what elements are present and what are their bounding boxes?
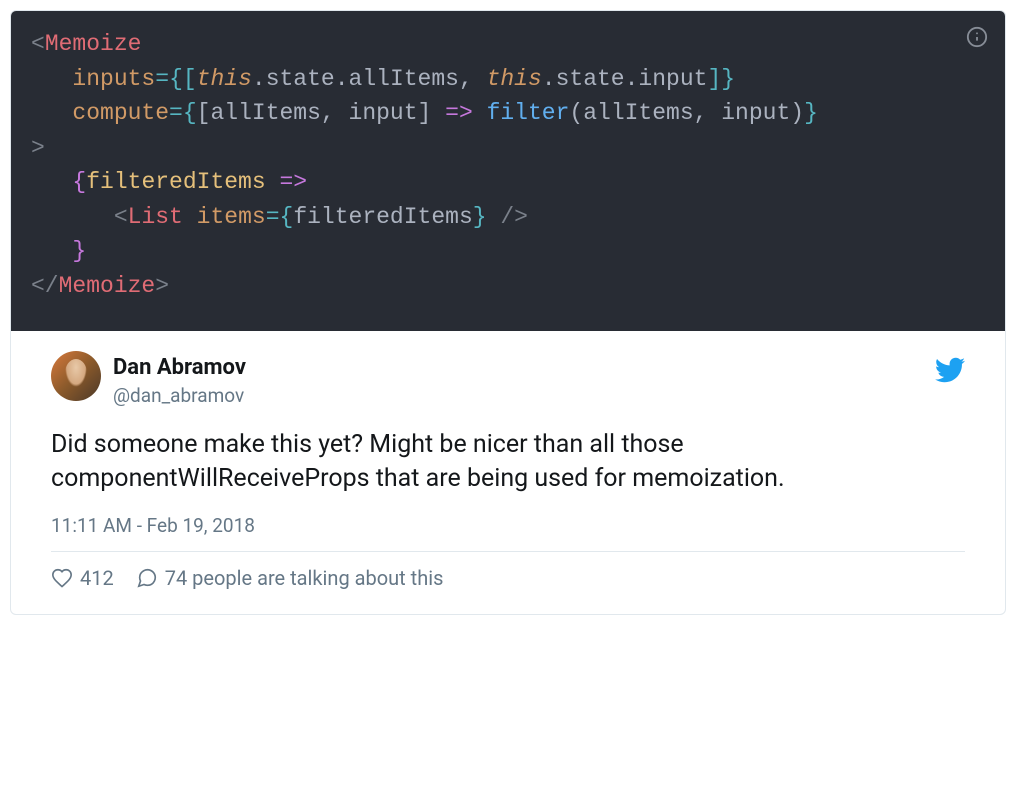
code-line-1: <Memoize	[31, 31, 141, 57]
tweet-card: <Memoize inputs={[this.state.allItems, t…	[10, 10, 1006, 615]
tweet-actions: 412 74 people are talking about this	[51, 566, 965, 590]
heart-icon	[51, 567, 73, 589]
likes-count: 412	[80, 566, 114, 590]
speech-bubble-icon	[136, 567, 158, 589]
code-block: <Memoize inputs={[this.state.allItems, t…	[11, 11, 1005, 331]
author-name: Dan Abramov	[113, 353, 246, 383]
tweet-body: Dan Abramov @dan_abramov Did someone mak…	[11, 331, 1005, 614]
twitter-bird-icon[interactable]	[935, 355, 965, 389]
tweet-text: Did someone make this yet? Might be nice…	[51, 428, 965, 496]
tweet-timestamp: 11:11 AM - Feb 19, 2018	[51, 514, 965, 537]
code-line-2: inputs={[this.state.allItems, this.state…	[31, 66, 735, 92]
code-line-3: compute={[allItems, input] => filter(all…	[31, 100, 818, 126]
author-block[interactable]: Dan Abramov @dan_abramov	[113, 351, 246, 408]
avatar[interactable]	[51, 351, 101, 401]
code-line-5: {filteredItems =>	[31, 169, 307, 195]
code-line-7: }	[31, 238, 86, 264]
author-handle: @dan_abramov	[113, 383, 246, 409]
like-action[interactable]: 412	[51, 566, 114, 590]
code-line-8: </Memoize>	[31, 273, 169, 299]
replies-action[interactable]: 74 people are talking about this	[136, 566, 444, 590]
tweet-header: Dan Abramov @dan_abramov	[51, 351, 965, 408]
code-line-6: <List items={filteredItems} />	[31, 204, 528, 230]
replies-text: 74 people are talking about this	[165, 566, 444, 590]
code-line-4: >	[31, 135, 45, 161]
divider	[51, 551, 965, 552]
info-icon[interactable]	[965, 25, 989, 49]
